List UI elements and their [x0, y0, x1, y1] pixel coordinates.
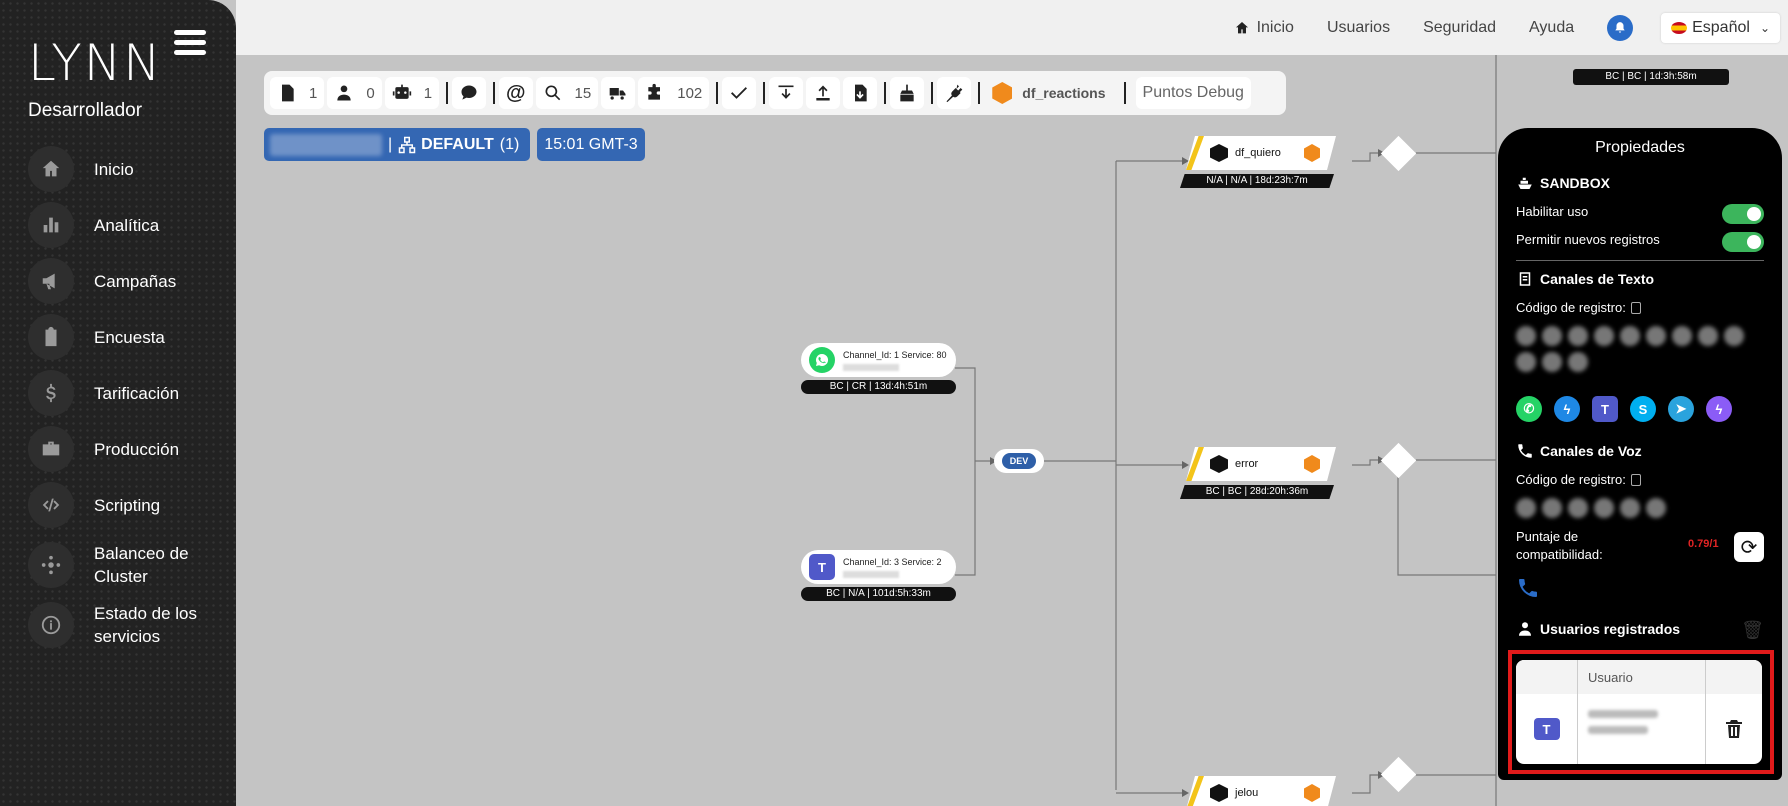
blurred-channel-name	[843, 570, 899, 578]
channel-info: Channel_Id: 1 Service: 80	[843, 349, 947, 360]
text-document-icon	[1519, 272, 1531, 286]
dev-label: DEV	[1001, 453, 1037, 469]
blurred-user-id	[1588, 726, 1648, 734]
reg-code-label: Código de registro:	[1516, 300, 1626, 315]
messenger-gradient-icon[interactable]: ϟ	[1706, 396, 1732, 422]
registered-users-header: Usuarios registrados	[1516, 620, 1680, 638]
delete-user-icon[interactable]	[1706, 694, 1762, 764]
voice-channels-header: Canales de Voz	[1516, 442, 1642, 460]
channel-status: BC | CR | 13d:4h:51m	[801, 380, 956, 394]
node-name: error	[1235, 458, 1259, 470]
ship-icon	[1518, 177, 1532, 189]
box-icon	[1210, 144, 1228, 162]
channel-status: BC | N/A | 101d:5h:33m	[801, 587, 956, 601]
messenger-icon[interactable]: ϟ	[1554, 396, 1580, 422]
node-status: N/A | N/A | 18d:23h:7m	[1180, 174, 1334, 188]
teams-icon: T	[1516, 694, 1578, 764]
dialogflow-cube-icon	[1304, 144, 1320, 162]
node-name: df_quiero	[1235, 147, 1281, 159]
divider	[1516, 260, 1764, 261]
column-header-user: Usuario	[1578, 660, 1706, 694]
allow-new-label: Permitir nuevos registros	[1516, 232, 1660, 247]
node-status: BC | BC | 1d:3h:58m	[1573, 69, 1729, 85]
channel-info: Channel_Id: 3 Service: 2	[843, 556, 942, 567]
properties-panel: Propiedades SANDBOX Habilitar uso Permit…	[1498, 128, 1782, 780]
table-header: Usuario	[1516, 660, 1762, 694]
whatsapp-icon	[809, 347, 835, 373]
channel-card: T Channel_Id: 3 Service: 2	[801, 550, 956, 584]
enable-use-toggle[interactable]	[1722, 204, 1764, 224]
panel-title: Propiedades	[1595, 139, 1685, 156]
skype-icon[interactable]: S	[1630, 396, 1656, 422]
compatibility-label: Puntaje de compatibilidad:	[1516, 529, 1603, 562]
table-row: T	[1516, 694, 1762, 764]
sandbox-label: SANDBOX	[1540, 175, 1611, 191]
dialogflow-cube-icon	[1304, 455, 1320, 473]
telegram-icon[interactable]: ➤	[1668, 396, 1694, 422]
user-cell	[1578, 694, 1706, 764]
channel-node-teams[interactable]: T Channel_Id: 3 Service: 2 BC | N/A | 10…	[801, 550, 956, 601]
dialogflow-cube-icon	[1304, 784, 1320, 802]
teams-icon[interactable]: T	[1592, 396, 1618, 422]
voice-channels-label: Canales de Voz	[1540, 443, 1642, 459]
enable-use-label: Habilitar uso	[1516, 204, 1589, 219]
phone-icon	[1518, 444, 1532, 458]
reg-code-label: Código de registro:	[1516, 472, 1626, 487]
phone-icon[interactable]	[1516, 576, 1540, 600]
blurred-registration-code	[1516, 326, 1756, 372]
node-status: BC | BC | 28d:20h:36m	[1180, 485, 1334, 499]
user-icon	[1519, 622, 1531, 636]
node-name: jelou	[1235, 787, 1259, 799]
registered-users-table: Usuario T	[1516, 660, 1762, 764]
box-icon	[1210, 455, 1228, 473]
dev-node[interactable]: DEV	[994, 449, 1044, 473]
refresh-icon[interactable]: ⟳	[1734, 532, 1764, 562]
df-node-jelou[interactable]: jelou	[1186, 776, 1336, 806]
text-channels-label: Canales de Texto	[1540, 271, 1655, 287]
text-reg-code: Código de registro:	[1516, 300, 1641, 315]
channel-card: Channel_Id: 1 Service: 80	[801, 343, 956, 377]
teams-icon: T	[809, 554, 835, 580]
text-channels-header: Canales de Texto	[1516, 270, 1654, 288]
box-icon	[1210, 784, 1228, 802]
channel-node-whatsapp[interactable]: Channel_Id: 1 Service: 80 BC | CR | 13d:…	[801, 343, 956, 394]
blurred-user-name	[1588, 710, 1658, 718]
df-node-quiero[interactable]: df_quiero	[1186, 136, 1336, 170]
sandbox-header: SANDBOX	[1516, 174, 1610, 192]
blurred-registration-code	[1516, 498, 1716, 518]
copy-icon[interactable]	[1630, 301, 1641, 314]
registered-users-label: Usuarios registrados	[1540, 621, 1681, 637]
whatsapp-icon[interactable]: ✆	[1516, 396, 1542, 422]
allow-new-toggle[interactable]	[1722, 232, 1764, 252]
copy-icon[interactable]	[1630, 473, 1641, 486]
trash-icon: 🗑	[1741, 620, 1764, 640]
blurred-channel-name	[843, 363, 899, 371]
text-channel-apps: ✆ ϟ T S ➤ ϟ	[1516, 396, 1732, 422]
compatibility-score: 0.79/1	[1688, 538, 1719, 550]
voice-reg-code: Código de registro:	[1516, 472, 1641, 487]
df-node-error[interactable]: error	[1186, 447, 1336, 481]
